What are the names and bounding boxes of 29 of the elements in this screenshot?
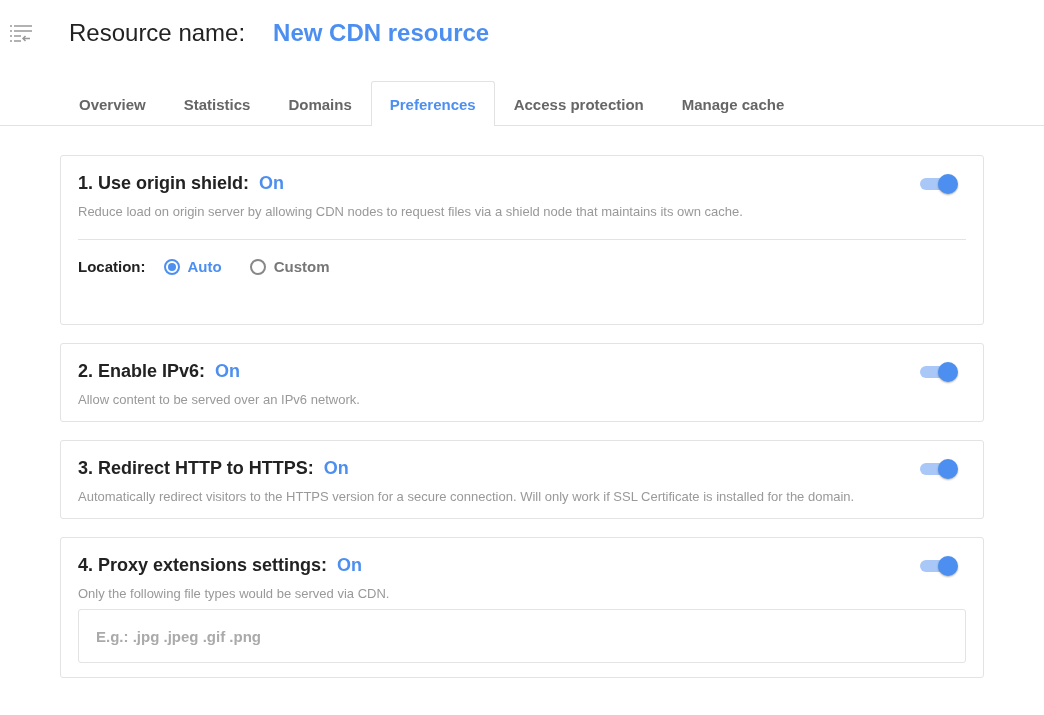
setting-title: 1. Use origin shield: <box>78 173 250 194</box>
setting-status: On <box>323 458 349 479</box>
radio-option[interactable]: Auto <box>163 258 222 275</box>
setting-status: On <box>337 555 363 576</box>
tab[interactable]: Overview <box>60 82 165 126</box>
tab[interactable]: Manage cache <box>662 82 804 126</box>
tab[interactable]: Domains <box>269 82 371 126</box>
setting-title: 3. Redirect HTTP to HTTPS: <box>78 458 314 479</box>
resource-name: New CDN resource <box>273 19 490 47</box>
setting-title: 4. Proxy extensions settings: <box>78 555 328 576</box>
location-label: Location: <box>78 258 146 275</box>
toggle-switch[interactable] <box>920 555 958 576</box>
radio-option[interactable]: Custom <box>249 258 330 275</box>
setting-description: Only the following file types would be served via CDN. <box>78 586 391 601</box>
toggle-switch[interactable] <box>920 173 958 194</box>
setting-title: 2. Enable IPv6: <box>78 361 206 382</box>
toggle-switch[interactable] <box>920 458 958 479</box>
setting-description: Automatically redirect visitors to the HTTPS version for a secure connection. Will only work if SSL Certificate is installed for the domain. <box>78 489 856 504</box>
tab[interactable]: Preferences <box>370 81 495 126</box>
setting-description: Allow content to be served over an IPv6 network. <box>78 392 361 407</box>
setting-status: On <box>215 361 241 382</box>
resource-name-label: Resource name: <box>69 19 246 47</box>
setting-status: On <box>259 173 285 194</box>
tab[interactable]: Access protection <box>494 82 663 126</box>
input-field[interactable]: E.g.: .jpg .jpeg .gif .png <box>78 609 966 663</box>
tab[interactable]: Statistics <box>164 82 270 126</box>
setting-description: Reduce load on origin server by allowing CDN nodes to request files via a shield node that maintains its own cache. <box>78 204 744 219</box>
menu-collapse-icon[interactable] <box>10 24 32 42</box>
toggle-switch[interactable] <box>920 361 958 382</box>
